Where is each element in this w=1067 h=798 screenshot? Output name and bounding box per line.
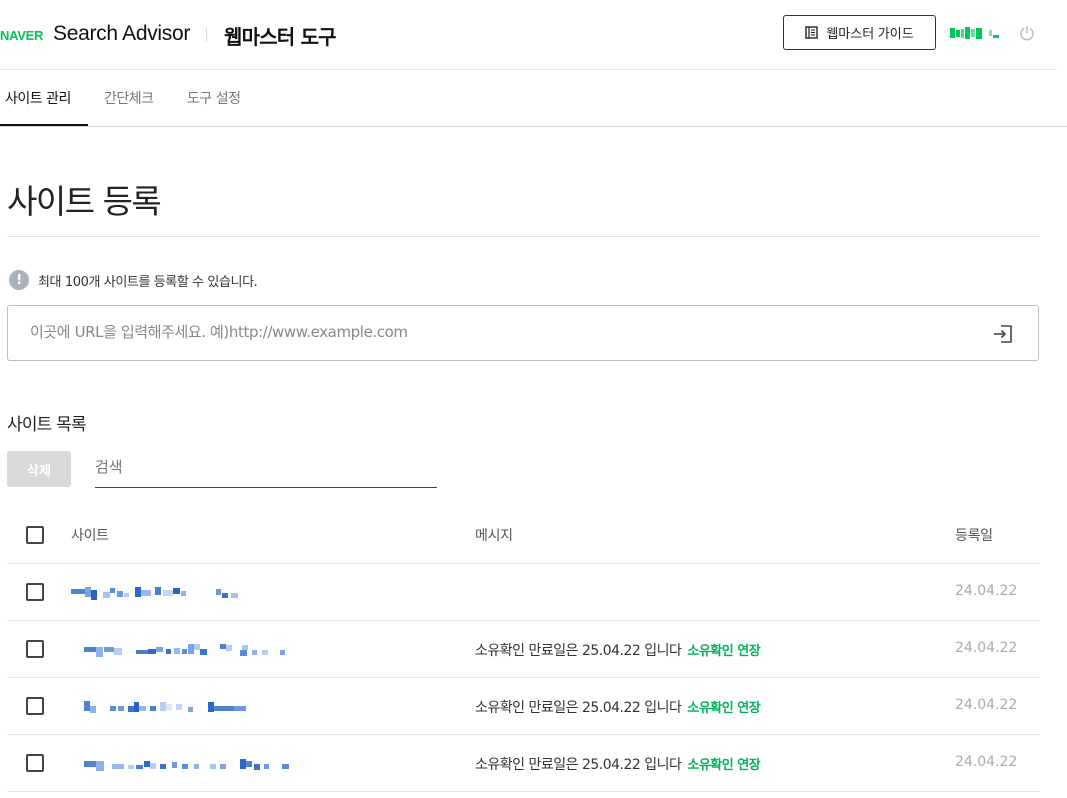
search-input[interactable] bbox=[95, 458, 425, 476]
site-url-redacted[interactable] bbox=[84, 755, 294, 771]
brand-title[interactable]: Search Advisor bbox=[53, 22, 190, 46]
column-header-message: 메시지 bbox=[475, 528, 513, 544]
url-input[interactable] bbox=[30, 323, 930, 341]
table-row[interactable]: 소유확인 만료일은 25.04.22 입니다 소유확인 연장 24.04.22 bbox=[7, 678, 1040, 735]
extend-ownership-link[interactable]: 소유확인 연장 bbox=[687, 701, 760, 716]
header: NAVER Search Advisor 웹마스터 도구 웹마스터 가이드 bbox=[0, 0, 1057, 70]
search-box bbox=[95, 450, 437, 488]
table-row[interactable]: 24.04.22 bbox=[7, 564, 1040, 621]
row-message: 소유확인 만료일은 25.04.22 입니다 소유확인 연장 bbox=[475, 697, 761, 717]
select-all-checkbox[interactable] bbox=[26, 526, 44, 544]
brand-subtitle: 웹마스터 도구 bbox=[224, 25, 337, 49]
login-arrow-icon[interactable] bbox=[992, 323, 1014, 345]
row-date: 24.04.22 bbox=[955, 754, 1018, 770]
row-message-text: 소유확인 만료일은 25.04.22 입니다 bbox=[475, 643, 682, 659]
row-date: 24.04.22 bbox=[955, 697, 1018, 713]
row-date: 24.04.22 bbox=[955, 640, 1018, 656]
tab-quick-check[interactable]: 간단체크 bbox=[104, 88, 154, 108]
row-message-text: 소유확인 만료일은 25.04.22 입니다 bbox=[475, 757, 682, 773]
active-tab-indicator bbox=[0, 124, 88, 126]
table-row[interactable]: 소유확인 만료일은 25.04.22 입니다 소유확인 연장 24.04.22 bbox=[7, 735, 1040, 792]
row-checkbox[interactable] bbox=[26, 754, 44, 772]
row-message-text: 소유확인 만료일은 25.04.22 입니다 bbox=[475, 700, 682, 716]
url-input-box bbox=[7, 305, 1039, 361]
logout-power-icon[interactable] bbox=[1019, 25, 1035, 41]
info-icon: ! bbox=[9, 270, 29, 290]
column-header-date: 등록일 bbox=[955, 528, 993, 544]
book-icon bbox=[805, 26, 819, 39]
extend-ownership-link[interactable]: 소유확인 연장 bbox=[687, 758, 760, 773]
site-list-title: 사이트 목록 bbox=[7, 415, 87, 435]
tab-site-management[interactable]: 사이트 관리 bbox=[5, 88, 71, 108]
row-checkbox[interactable] bbox=[26, 697, 44, 715]
site-limit-notice: ! 최대 100개 사이트를 등록할 수 있습니다. bbox=[9, 270, 258, 290]
title-divider bbox=[7, 236, 1040, 237]
tab-tool-settings[interactable]: 도구 설정 bbox=[187, 88, 241, 108]
table-row[interactable]: 소유확인 만료일은 25.04.22 입니다 소유확인 연장 24.04.22 bbox=[7, 621, 1040, 678]
notice-text: 최대 100개 사이트를 등록할 수 있습니다. bbox=[38, 274, 258, 290]
main-tabs: 사이트 관리 간단체크 도구 설정 bbox=[0, 70, 1067, 127]
row-checkbox[interactable] bbox=[26, 640, 44, 658]
row-message: 소유확인 만료일은 25.04.22 입니다 소유확인 연장 bbox=[475, 754, 761, 774]
site-url-redacted[interactable] bbox=[84, 698, 274, 714]
naver-logo[interactable]: NAVER bbox=[0, 28, 43, 43]
webmaster-guide-label: 웹마스터 가이드 bbox=[826, 26, 914, 41]
row-checkbox[interactable] bbox=[26, 583, 44, 601]
row-message: 소유확인 만료일은 25.04.22 입니다 소유확인 연장 bbox=[475, 640, 761, 660]
delete-button[interactable]: 삭제 bbox=[7, 451, 71, 487]
page-title: 사이트 등록 bbox=[7, 182, 162, 221]
brand-divider bbox=[206, 28, 207, 42]
row-date: 24.04.22 bbox=[955, 583, 1018, 599]
user-name-redacted[interactable] bbox=[950, 27, 999, 39]
table-header: 사이트 메시지 등록일 bbox=[7, 507, 1040, 564]
site-url-redacted[interactable] bbox=[71, 584, 251, 600]
extend-ownership-link[interactable]: 소유확인 연장 bbox=[687, 644, 760, 659]
column-header-site: 사이트 bbox=[71, 528, 109, 544]
site-url-redacted[interactable] bbox=[84, 641, 294, 657]
webmaster-guide-button[interactable]: 웹마스터 가이드 bbox=[783, 15, 936, 50]
